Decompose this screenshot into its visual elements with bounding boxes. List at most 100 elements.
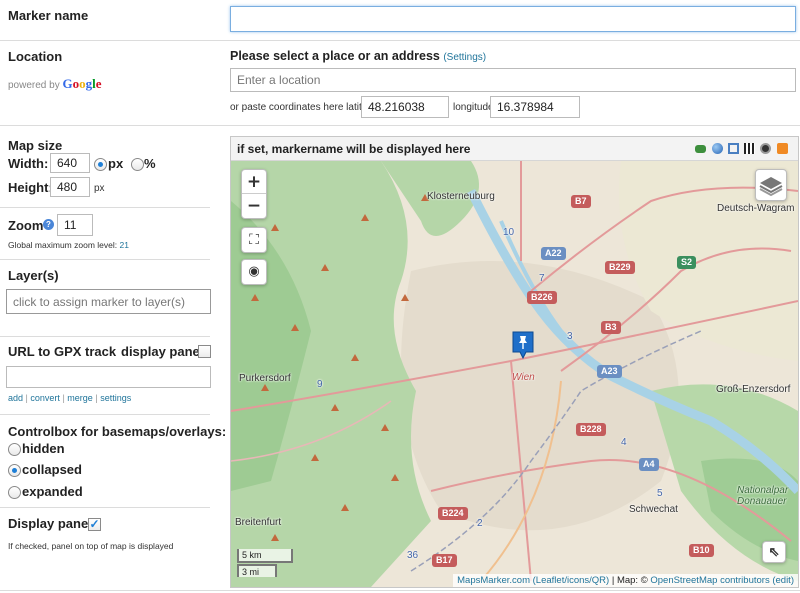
route-number-5: 5	[657, 488, 663, 499]
location-settings-link[interactable]: (Settings)	[443, 52, 486, 63]
width-unit-px-radio[interactable]	[94, 158, 107, 171]
arrow-upleft-icon: ⇖	[768, 544, 780, 559]
route-number-9: 9	[317, 379, 323, 390]
kml-icon[interactable]	[760, 143, 771, 154]
gpx-url-label: URL to GPX track	[8, 344, 117, 359]
layers-label: Layer(s)	[8, 268, 59, 283]
controlbox-label: Controlbox for basemaps/overlays:	[8, 424, 227, 439]
route-number-10: 10	[503, 227, 515, 238]
place-gross-enzersdorf: Groß-Enzersdorf	[716, 384, 791, 395]
place-nationalpark: Nationalpar Donauauer	[737, 485, 789, 507]
marker-name-label: Marker name	[8, 8, 89, 23]
zoom-out-button[interactable]: −	[242, 194, 266, 218]
display-panel-note: If checked, panel on top of map is displ…	[8, 541, 174, 551]
map-container[interactable]: if set, markername will be displayed her…	[230, 136, 799, 588]
display-panel-label: Display panel	[8, 516, 92, 531]
locate-button[interactable]: ◉	[242, 260, 266, 284]
height-input[interactable]	[50, 177, 90, 197]
google-logo: Google	[62, 76, 102, 91]
global-max-zoom-note: Global maximum zoom level: 21	[8, 240, 129, 250]
zoom-control: + −	[241, 169, 267, 219]
place-breitenfurt: Breitenfurt	[235, 517, 282, 528]
controlbox-collapsed-radio[interactable]	[8, 464, 21, 477]
height-unit-label: px	[94, 183, 105, 194]
road-shield-b228: B228	[576, 423, 606, 436]
road-shield-b7: B7	[571, 195, 591, 208]
width-label: Width:	[8, 156, 49, 171]
gpx-merge-link[interactable]: merge	[67, 393, 93, 403]
map-canvas[interactable]: Klosterneuburg Deutsch-Wagram Purkersdor…	[231, 161, 798, 587]
gpx-settings-link[interactable]: settings	[100, 393, 131, 403]
width-unit-percent-label: %	[144, 156, 156, 171]
controlbox-hidden-radio[interactable]	[8, 443, 21, 456]
car-icon[interactable]	[695, 145, 706, 153]
width-unit-px-label: px	[108, 156, 124, 171]
powered-by-text: powered by	[8, 80, 60, 91]
place-purkersdorf: Purkersdorf	[239, 373, 291, 384]
zoom-in-button[interactable]: +	[242, 170, 266, 194]
gpx-convert-link[interactable]: convert	[30, 393, 60, 403]
leaflet-link[interactable]: (Leaflet/icons/QR)	[533, 575, 610, 586]
map-size-label: Map size	[8, 138, 63, 153]
scale-km: 5 km	[237, 549, 293, 563]
map-panel-header: if set, markername will be displayed her…	[231, 137, 798, 161]
layers-icon	[759, 177, 783, 197]
height-label: Height:	[8, 180, 53, 195]
place-schwechat: Schwechat	[629, 504, 678, 515]
globe-icon[interactable]	[712, 143, 723, 154]
location-search-input[interactable]	[230, 68, 796, 92]
controlbox-expanded-radio[interactable]	[8, 486, 21, 499]
controlbox-hidden-label: hidden	[22, 441, 65, 456]
coordinates-label: or paste coordinates here latitude:	[230, 102, 382, 113]
scale-mi: 3 mi	[237, 564, 277, 577]
road-shield-b229: B229	[605, 261, 635, 274]
question-circle-icon[interactable]: ?	[43, 219, 54, 230]
route-number-4: 4	[621, 437, 627, 448]
road-shield-b224: B224	[438, 507, 468, 520]
road-shield-b226: B226	[527, 291, 557, 304]
map-attribution: MapsMarker.com (Leaflet/icons/QR) | Map:…	[453, 574, 798, 587]
osm-link[interactable]: OpenStreetMap contributors	[650, 575, 769, 586]
fullscreen-button[interactable]: ⛶	[242, 228, 266, 252]
fullscreen-icon[interactable]	[728, 143, 739, 154]
controlbox-collapsed-label: collapsed	[22, 462, 82, 477]
width-input[interactable]	[50, 153, 90, 173]
gpx-display-panel-label: display panel	[121, 344, 204, 359]
layers-control[interactable]	[755, 169, 787, 201]
marker-name-input[interactable]	[230, 6, 796, 32]
zoom-input[interactable]	[57, 214, 93, 236]
map-marker-pin[interactable]	[512, 331, 534, 360]
location-prompt: Please select a place or an address (Set…	[230, 49, 487, 63]
road-shield-b10: B10	[689, 544, 714, 557]
route-number-3: 3	[567, 331, 573, 342]
road-shield-b17: B17	[432, 554, 457, 567]
route-number-2: 2	[477, 518, 483, 529]
osm-edit-link[interactable]: (edit)	[772, 575, 794, 586]
gpx-display-panel-checkbox[interactable]	[198, 345, 211, 358]
width-unit-percent-radio[interactable]	[131, 158, 144, 171]
place-wien: Wien	[512, 372, 535, 383]
display-panel-checkbox[interactable]: ✓	[88, 518, 101, 531]
qr-code-icon[interactable]	[744, 143, 755, 154]
location-label: Location	[8, 49, 63, 64]
mapsmarker-link[interactable]: MapsMarker.com	[457, 575, 530, 586]
layers-input[interactable]	[6, 289, 211, 314]
map-panel-title: if set, markername will be displayed her…	[237, 142, 471, 156]
gpx-url-input[interactable]	[6, 366, 211, 388]
gpx-links: add | convert | merge | settings	[8, 393, 132, 403]
controlbox-expanded-label: expanded	[22, 484, 83, 499]
road-shield-a4: A4	[639, 458, 659, 471]
zoom-label: Zoom	[8, 218, 44, 233]
longitude-input[interactable]	[490, 96, 580, 118]
gpx-add-link[interactable]: add	[8, 393, 23, 403]
latitude-input[interactable]	[361, 96, 449, 118]
minimap-toggle[interactable]: ⇖	[762, 541, 786, 563]
powered-by-google: powered by Google	[8, 76, 102, 92]
road-shield-a22: A22	[541, 247, 566, 260]
place-deutsch-wagram: Deutsch-Wagram	[717, 203, 795, 214]
rss-icon[interactable]	[777, 143, 788, 154]
road-shield-a23: A23	[597, 365, 622, 378]
route-number-36: 36	[407, 550, 419, 561]
place-klosterneuburg: Klosterneuburg	[427, 191, 495, 202]
route-number-7: 7	[539, 273, 545, 284]
